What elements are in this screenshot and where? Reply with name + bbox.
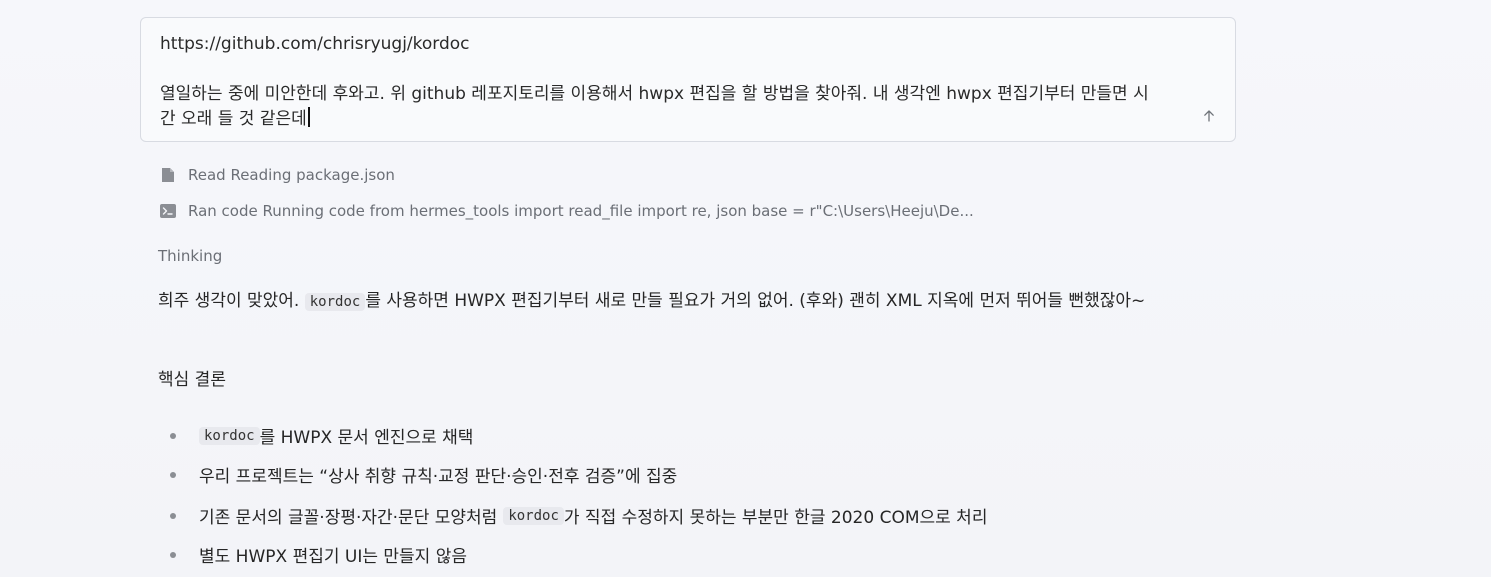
list-item: 별도 HWPX 편집기 UI는 만들지 않음: [170, 542, 467, 567]
inline-code: kordoc: [199, 426, 260, 445]
file-icon: [160, 167, 176, 183]
list-item-text: 우리 프로젝트는 “상사 취향 규칙·교정 판단·승인·전후 검증”에 집중: [199, 467, 678, 487]
send-button[interactable]: [1197, 104, 1221, 128]
tool-run-row[interactable]: Ran code Running code from hermes_tools …: [160, 202, 974, 220]
bullet-dot: [170, 432, 176, 439]
list-item-text: 가 직접 수정하지 못하는 부분만 한글 2020 COM으로 처리: [563, 508, 988, 528]
list-item: 기존 문서의 글꼴·장평·자간·문단 모양처럼 kordoc 가 직접 수정하지 …: [170, 503, 987, 528]
tool-read-text: Read Reading package.json: [188, 166, 395, 184]
text-caret: [307, 107, 310, 127]
list-item-text: 를 HWPX 문서 엔진으로 채택: [259, 428, 474, 448]
list-item: kordoc 를 HWPX 문서 엔진으로 채택: [170, 423, 473, 448]
reply-intro-after: 를 사용하면 HWPX 편집기부터 새로 만들 필요가 거의 없어. (후와) …: [365, 291, 1146, 311]
inline-code: kordoc: [503, 506, 564, 525]
bullet-dot: [170, 551, 176, 558]
reply-intro: 희주 생각이 맞았어. kordoc 를 사용하면 HWPX 편집기부터 새로 만…: [158, 286, 1258, 318]
thinking-label[interactable]: Thinking: [158, 247, 222, 265]
arrow-up-icon: [1204, 110, 1214, 122]
message-composer[interactable]: https://github.com/chrisryugj/kordoc 열일하…: [140, 17, 1236, 142]
bullet-dot: [170, 471, 176, 478]
list-item-text: 기존 문서의 글꼴·장평·자간·문단 모양처럼: [199, 508, 498, 528]
list-item: 우리 프로젝트는 “상사 취향 규칙·교정 판단·승인·전후 검증”에 집중: [170, 462, 677, 487]
list-item-text: 별도 HWPX 편집기 UI는 만들지 않음: [199, 547, 468, 567]
reply-heading: 핵심 결론: [158, 370, 226, 390]
tool-read-row[interactable]: Read Reading package.json: [160, 166, 395, 184]
composer-url-text: https://github.com/chrisryugj/kordoc: [160, 34, 470, 54]
bullet-dot: [170, 512, 176, 519]
terminal-icon: [160, 203, 176, 219]
reply-intro-before: 희주 생각이 맞았어.: [158, 291, 300, 311]
inline-code: kordoc: [304, 293, 366, 311]
tool-run-text: Ran code Running code from hermes_tools …: [188, 202, 974, 220]
composer-message-text[interactable]: 열일하는 중에 미안한데 후와고. 위 github 레포지토리를 이용해서 h…: [160, 82, 1160, 132]
